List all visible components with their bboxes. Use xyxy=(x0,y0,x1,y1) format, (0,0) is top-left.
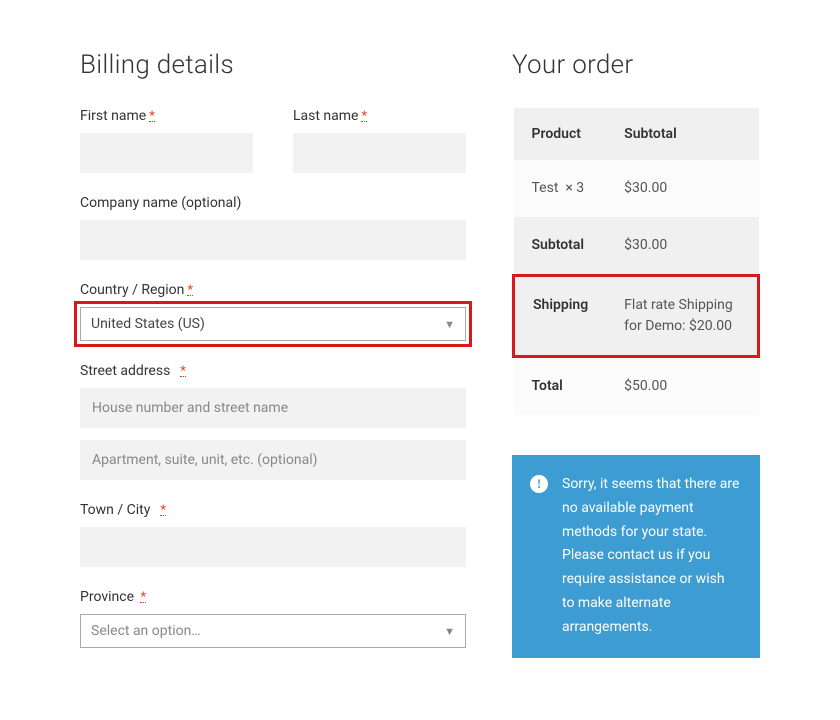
chevron-down-icon: ▼ xyxy=(444,625,455,638)
shipping-label: Shipping xyxy=(514,276,607,357)
order-line-item: Test × 3 $30.00 xyxy=(514,160,759,217)
province-placeholder: Select an option… xyxy=(91,623,201,639)
total-value: $50.00 xyxy=(606,357,758,416)
first-name-label: First name* xyxy=(80,108,253,124)
company-input[interactable] xyxy=(80,220,466,260)
billing-title: Billing details xyxy=(80,50,466,80)
order-shipping-row: Shipping Flat rate Shipping for Demo: $2… xyxy=(514,276,759,357)
first-name-input[interactable] xyxy=(80,133,253,173)
item-subtotal: $30.00 xyxy=(606,160,758,217)
country-select[interactable]: United States (US) ▼ xyxy=(80,307,466,341)
order-header-subtotal: Subtotal xyxy=(606,108,758,160)
order-subtotal-row: Subtotal $30.00 xyxy=(514,217,759,276)
required-mark: * xyxy=(149,112,155,122)
alert-message: Sorry, it seems that there are no availa… xyxy=(562,476,739,635)
last-name-label: Last name* xyxy=(293,108,466,124)
item-qty: × 3 xyxy=(565,180,584,196)
required-mark: * xyxy=(187,286,193,296)
street-label: Street address * xyxy=(80,363,466,379)
last-name-input[interactable] xyxy=(293,133,466,173)
total-label: Total xyxy=(514,357,607,416)
chevron-down-icon: ▼ xyxy=(444,318,455,331)
subtotal-label: Subtotal xyxy=(514,217,607,276)
order-summary-table: Product Subtotal Test × 3 $30.00 Subtota… xyxy=(512,108,760,415)
order-total-row: Total $50.00 xyxy=(514,357,759,416)
street-address-1-input[interactable] xyxy=(80,388,466,428)
order-header-product: Product xyxy=(514,108,607,160)
required-mark: * xyxy=(160,506,166,516)
province-label: Province * xyxy=(80,589,466,605)
street-address-2-input[interactable] xyxy=(80,440,466,480)
subtotal-value: $30.00 xyxy=(606,217,758,276)
order-title: Your order xyxy=(512,50,760,80)
item-name: Test xyxy=(532,180,559,196)
payment-alert: ! Sorry, it seems that there are no avai… xyxy=(512,455,760,658)
required-mark: * xyxy=(140,593,146,603)
required-mark: * xyxy=(180,367,186,377)
shipping-value: Flat rate Shipping for Demo: $20.00 xyxy=(606,276,758,357)
required-mark: * xyxy=(361,112,367,122)
city-label: Town / City * xyxy=(80,502,466,518)
country-value: United States (US) xyxy=(91,316,205,332)
country-label: Country / Region* xyxy=(80,282,466,298)
city-input[interactable] xyxy=(80,527,466,567)
company-label: Company name (optional) xyxy=(80,195,466,211)
province-select[interactable]: Select an option… ▼ xyxy=(80,614,466,648)
info-icon: ! xyxy=(530,475,548,493)
